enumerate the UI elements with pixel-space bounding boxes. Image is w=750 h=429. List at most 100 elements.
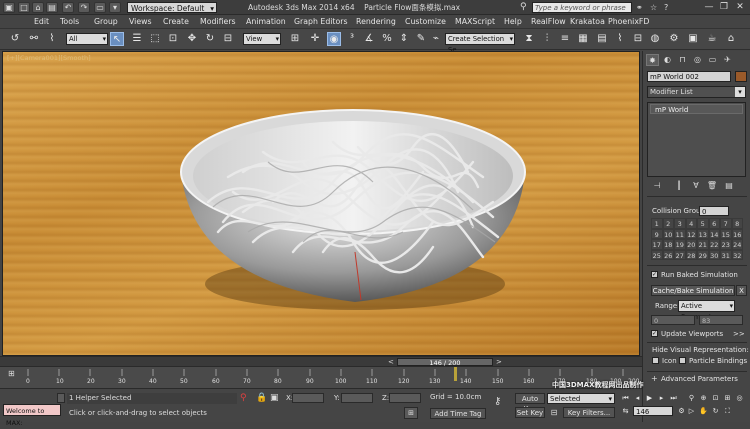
save-file-icon[interactable]: ▤ bbox=[46, 2, 58, 13]
named-selection-icon[interactable]: ⌁ bbox=[429, 32, 443, 46]
key-mode-toggle-icon[interactable]: ⇆ bbox=[620, 406, 631, 416]
open-file-icon[interactable]: ⌂ bbox=[32, 2, 44, 13]
spinner-snap-icon[interactable]: ⇕ bbox=[397, 32, 411, 46]
menu-views[interactable]: Views bbox=[129, 16, 152, 28]
collision-cell[interactable]: 21 bbox=[697, 239, 709, 250]
maximize-viewport-icon[interactable]: ⛶ bbox=[722, 406, 733, 416]
collision-cell[interactable]: 29 bbox=[697, 249, 709, 261]
collision-cell[interactable]: 5 bbox=[697, 218, 709, 229]
run-baked-checkbox[interactable]: ✓ bbox=[651, 271, 658, 278]
layer-manager-icon[interactable]: ≡ bbox=[558, 32, 572, 46]
menu-customize[interactable]: Customize bbox=[405, 16, 446, 28]
edit-named-selection-icon[interactable]: ✎ bbox=[414, 32, 428, 46]
percent-snap-icon[interactable]: % bbox=[380, 32, 394, 46]
zoom-icon[interactable]: ⚲ bbox=[686, 393, 697, 403]
prev-frame-arrow-icon[interactable]: < bbox=[388, 358, 396, 366]
collision-cell[interactable]: 31 bbox=[720, 249, 732, 261]
update-viewports-expand-button[interactable]: >> bbox=[733, 330, 745, 338]
zoom-extents-icon[interactable]: ⊡ bbox=[710, 393, 721, 403]
key-icon[interactable]: ⚷ bbox=[494, 396, 512, 408]
window-crossing-icon[interactable]: ⊡ bbox=[166, 32, 180, 46]
menu-modifiers[interactable]: Modifiers bbox=[200, 16, 236, 28]
select-by-name-icon[interactable]: ☰ bbox=[130, 32, 144, 46]
menu-phoenixfd[interactable]: PhoenixFD bbox=[608, 16, 649, 28]
update-viewports-checkbox[interactable]: ✓ bbox=[651, 330, 658, 337]
align-icon[interactable]: ⫶ bbox=[540, 32, 554, 46]
collision-cell[interactable]: 17 bbox=[651, 239, 663, 250]
keyboard-shortcut-override-icon[interactable]: ◉ bbox=[327, 32, 341, 46]
object-name-field[interactable]: mP World 002 bbox=[647, 71, 731, 82]
render-setup-icon[interactable]: ⚙ bbox=[667, 32, 681, 46]
collision-cell[interactable]: 27 bbox=[674, 249, 686, 261]
rollout-expand-icon[interactable]: + bbox=[651, 375, 659, 383]
steering-wheel-icon[interactable]: ◎ bbox=[734, 393, 745, 403]
extra-tools-icon[interactable]: ▾ bbox=[109, 2, 121, 13]
app-menu-icon[interactable]: ▣ bbox=[3, 2, 15, 13]
maxscript-listener[interactable]: Welcome to MAX: bbox=[3, 404, 61, 427]
motion-tab-icon[interactable]: ◎ bbox=[691, 54, 704, 66]
play-icon[interactable]: ▶ bbox=[644, 393, 655, 403]
hide-particle-bindings-checkbox[interactable] bbox=[679, 357, 686, 364]
modifier-stack-item[interactable]: mP World bbox=[650, 104, 743, 114]
collision-cell[interactable]: 32 bbox=[731, 249, 743, 261]
zoom-all-icon[interactable]: ⊕ bbox=[698, 393, 709, 403]
listener-toggle[interactable] bbox=[57, 393, 65, 403]
select-object-icon[interactable]: ↖ bbox=[110, 32, 124, 46]
pan-view-icon[interactable]: ✋ bbox=[698, 406, 709, 416]
collision-cell[interactable]: 30 bbox=[708, 249, 720, 261]
collision-cell[interactable]: 14 bbox=[708, 228, 720, 240]
named-selection-dropdown[interactable]: Create Selection Se ▾ bbox=[445, 33, 515, 54]
modify-tab-icon[interactable]: ◐ bbox=[661, 54, 674, 66]
star-icon[interactable]: ☆ bbox=[650, 2, 660, 13]
binoculars-icon[interactable]: ⚭ bbox=[636, 2, 646, 13]
menu-help[interactable]: Help bbox=[504, 16, 522, 28]
collision-cell[interactable]: 10 bbox=[662, 228, 674, 240]
material-editor-icon[interactable]: ◍ bbox=[648, 32, 662, 46]
create-tab-icon[interactable]: ✸ bbox=[646, 54, 659, 66]
hierarchy-tab-icon[interactable]: ⊓ bbox=[676, 54, 689, 66]
close-button[interactable]: ✕ bbox=[733, 1, 747, 13]
time-slider-thumb[interactable]: 146 / 200 bbox=[397, 358, 493, 367]
absolute-transform-icon[interactable]: ▣ bbox=[270, 392, 280, 404]
ribbon-toggle-icon[interactable]: ▤ bbox=[595, 32, 609, 46]
pivot-center-icon[interactable]: ⊞ bbox=[288, 32, 302, 46]
collision-cell[interactable]: 9 bbox=[651, 228, 663, 240]
scene-explorer-icon[interactable]: ▦ bbox=[576, 32, 590, 46]
reference-coord-dropdown[interactable]: View ▾ bbox=[243, 33, 281, 45]
collision-cell[interactable]: 18 bbox=[662, 239, 674, 250]
collision-cell[interactable]: 13 bbox=[697, 228, 709, 240]
search-icon[interactable]: ⚲ bbox=[520, 2, 530, 13]
project-folder-icon[interactable]: ▭ bbox=[94, 2, 106, 13]
menu-maxscript[interactable]: MAXScript bbox=[455, 16, 495, 28]
collision-cell[interactable]: 12 bbox=[685, 228, 697, 240]
advanced-parameters-rollout[interactable]: Advanced Parameters bbox=[661, 375, 738, 383]
selection-filter-dropdown[interactable]: All ▾ bbox=[66, 33, 108, 45]
collision-cell[interactable]: 22 bbox=[708, 239, 720, 250]
add-time-tag-button[interactable]: Add Time Tag bbox=[430, 408, 486, 419]
auto-key-button[interactable]: Auto Key bbox=[515, 393, 545, 413]
collision-cell[interactable]: 20 bbox=[685, 239, 697, 250]
menu-tools[interactable]: Tools bbox=[60, 16, 79, 28]
collision-cell[interactable]: 19 bbox=[674, 239, 686, 250]
viewport-camera[interactable]: [+][Camera001][Smooth] bbox=[2, 51, 640, 356]
collision-cell[interactable]: 28 bbox=[685, 249, 697, 261]
menu-rendering[interactable]: Rendering bbox=[356, 16, 396, 28]
set-key-button[interactable]: Set Key bbox=[515, 407, 545, 418]
x-coordinate-field[interactable] bbox=[292, 393, 324, 403]
menu-krakatoa[interactable]: Krakatoa bbox=[570, 16, 605, 28]
track-bar[interactable]: ⊞ 0 10 20 30 40 50 60 70 80 90 100 110 1… bbox=[0, 366, 642, 388]
next-frame-icon[interactable]: ▸ bbox=[656, 393, 667, 403]
modifier-stack[interactable]: mP World bbox=[647, 102, 746, 177]
orbit-icon[interactable]: ↻ bbox=[710, 406, 721, 416]
render-iterative-icon[interactable]: ⌂ bbox=[724, 32, 738, 46]
collision-cell[interactable]: 26 bbox=[662, 249, 674, 261]
scale-icon[interactable]: ⊟ bbox=[221, 32, 235, 46]
set-key-filter-icon[interactable]: ⊟ bbox=[547, 407, 561, 418]
collision-cell[interactable]: 11 bbox=[674, 228, 686, 240]
key-mode-dropdown[interactable]: Selected ▾ bbox=[547, 393, 615, 404]
cache-bake-button[interactable]: Cache/Bake Simulation bbox=[651, 285, 735, 296]
search-input[interactable]: Type a keyword or phrase bbox=[532, 2, 632, 13]
menu-realflow[interactable]: RealFlow bbox=[531, 16, 566, 28]
selection-lock-icon[interactable]: 🔒 bbox=[256, 392, 267, 404]
next-frame-arrow-icon[interactable]: > bbox=[496, 358, 504, 366]
